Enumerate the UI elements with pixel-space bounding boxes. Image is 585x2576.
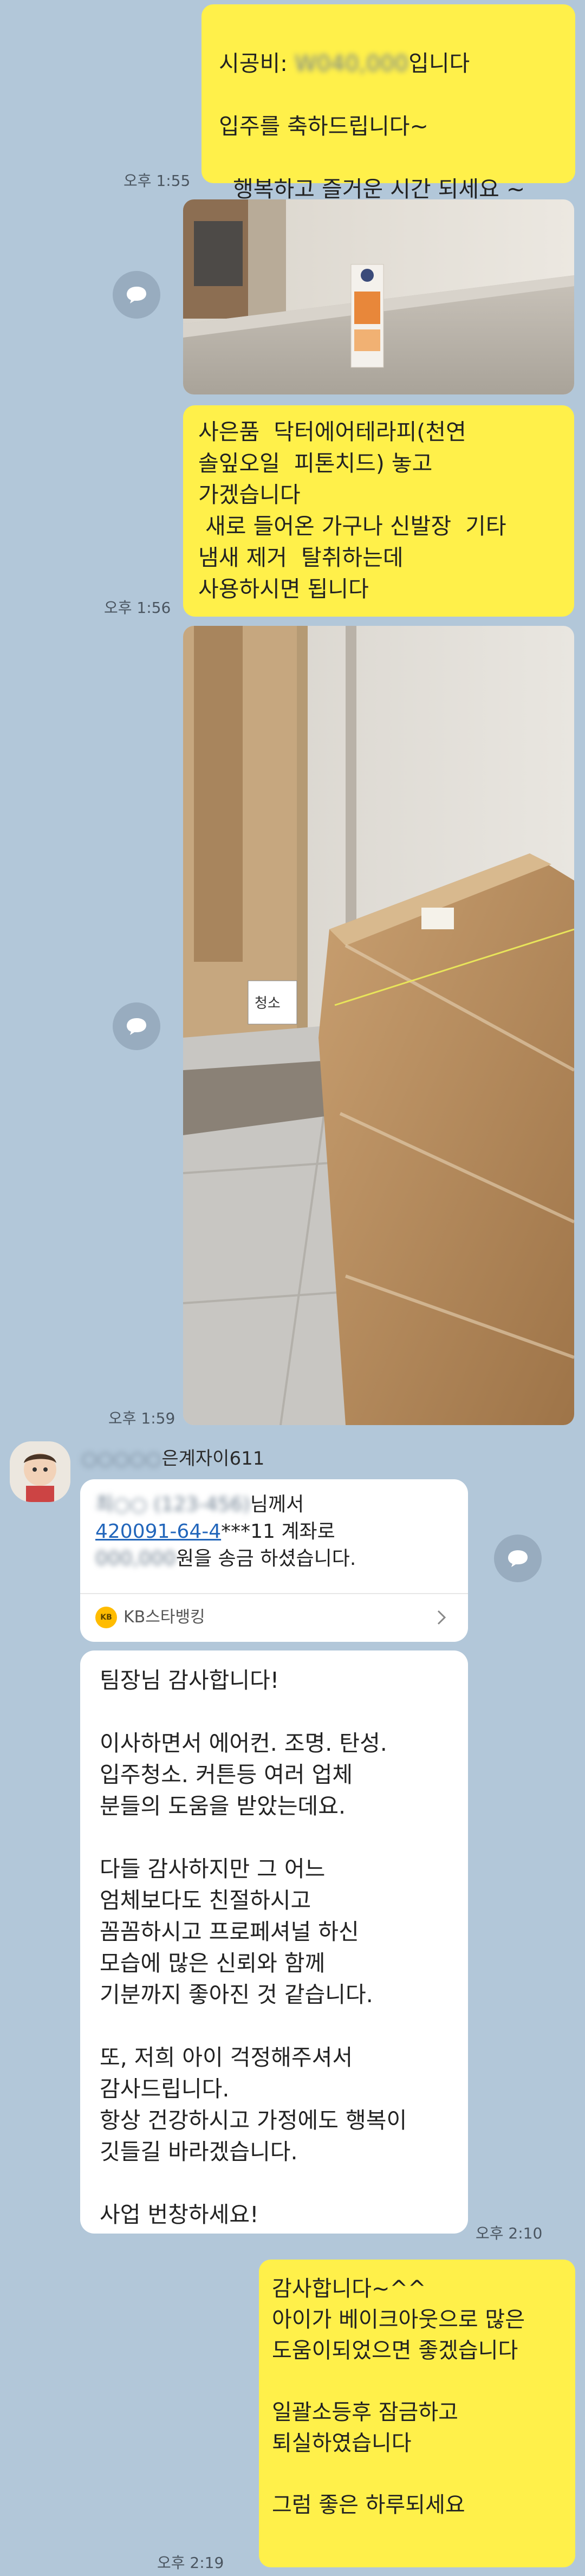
transfer-sender-suffix: 님께서 [250,1493,304,1516]
timestamp: 오후 2:19 [157,2554,224,2572]
account-suffix: ***11 계좌로 [221,1520,335,1543]
share-button[interactable] [113,1002,160,1050]
timestamp: 오후 2:10 [476,2224,543,2242]
kb-logo-icon: KB [95,1607,117,1628]
fee-amount-blurred: W040,000 [295,50,409,76]
floor-sign-text: 청소 [255,995,281,1012]
bank-name: KB스타뱅킹 [123,1608,205,1627]
photo-boxes-in-hallway: 청소 [183,626,574,1425]
sender-name: ○○○○○은계자이611 [81,1444,264,1470]
timestamp: 오후 1:59 [108,1409,176,1427]
account-number-link[interactable]: 420091-64-4 [95,1520,221,1543]
share-icon [508,1550,528,1567]
bank-row[interactable]: KB KB스타뱅킹 [95,1598,453,1636]
message-bubble-reply[interactable]: 감사합니다~^^ 아이가 베이크아웃으로 많은 도움이되었으면 좋겠습니다 일괄… [259,2260,575,2567]
transfer-amount-suffix: 원을 송금 하셨습니다. [176,1548,356,1570]
sender-name-blurred: ○○○○○ [81,1448,162,1470]
transfer-sender-blurred: 최○○ (123-456) [95,1493,250,1516]
divider [80,1593,468,1594]
transfer-line-1: 최○○ (123-456)님께서 [95,1491,453,1518]
photo-message-1[interactable] [183,199,574,394]
message-bubble-thanks[interactable]: 팀장님 감사합니다! 이사하면서 에어컨. 조명. 탄성. 입주청소. 커튼등 … [80,1651,468,2234]
transfer-card[interactable]: 최○○ (123-456)님께서 420091-64-4***11 계좌로 00… [80,1479,468,1642]
share-icon [127,1018,146,1035]
message-bubble-gift[interactable]: 사은품 닥터에어테라피(천연 솔잎오일 피톤치드) 놓고 가겠습니다 새로 들어… [183,405,574,617]
transfer-line-3: 000,000원을 송금 하셨습니다. [95,1545,453,1572]
fee-label: 시공비: [219,50,295,76]
fee-suffix: 입니다 [408,50,470,76]
timestamp: 오후 1:56 [104,599,171,617]
photo-message-2[interactable]: 청소 [183,626,574,1425]
chevron-right-icon [437,1609,453,1626]
transfer-line-2: 420091-64-4***11 계좌로 [95,1518,453,1545]
photo-gift-on-counter [183,199,574,394]
share-button[interactable] [113,271,160,319]
message-bubble-fee[interactable]: 시공비: W040,000입니다 입주를 축하드립니다~ 행복하고 즐거운 시간… [202,4,575,202]
message-text: 입주를 축하드립니다~ 행복하고 즐거운 시간 되세요 ~ [219,113,525,202]
avatar-image [10,1441,70,1502]
share-button[interactable] [494,1535,542,1582]
share-icon [127,287,146,303]
avatar[interactable] [10,1441,70,1502]
transfer-amount-blurred: 000,000 [95,1548,176,1570]
timestamp: 오후 1:55 [123,172,191,190]
sender-name-suffix: 은계자이611 [161,1448,265,1470]
